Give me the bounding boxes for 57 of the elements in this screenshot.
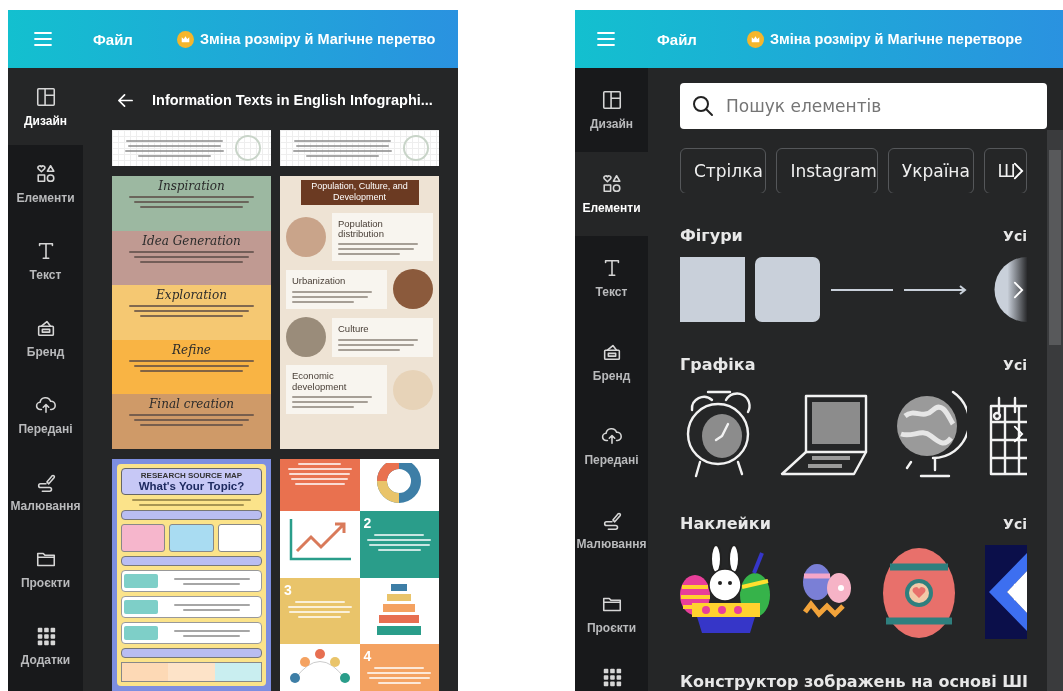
template-heading: Economic development — [292, 371, 348, 393]
sidebar-label: Передані — [584, 453, 639, 467]
sidebar-item[interactable]: Бренд — [575, 320, 648, 404]
template-heading: Urbanization — [292, 276, 346, 287]
sidebar-label: Текст — [29, 267, 62, 282]
template-number: 4 — [363, 648, 372, 664]
sidebar-item[interactable]: Проєкти — [575, 572, 648, 656]
sidebar-item[interactable]: Передані — [575, 404, 648, 488]
template-eyebrow: RESEARCH SOURCE MAP — [140, 471, 243, 480]
template-number: 2 — [363, 515, 372, 531]
sidebar-item[interactable]: Бренд — [8, 299, 83, 376]
section-title: Наклейки — [680, 514, 771, 533]
sidebar-label: Елементи — [582, 201, 641, 215]
sidebar-label: Текст — [595, 285, 628, 299]
sidebar-item[interactable]: Елементи — [8, 145, 83, 222]
sidebar-label: Малювання — [576, 537, 647, 551]
sidebar-item[interactable]: Текст — [575, 236, 648, 320]
sidebar-item[interactable]: Дизайн — [575, 68, 648, 152]
sidebar-item[interactable]: Додатки — [8, 607, 83, 684]
sidebar-label: Проєкти — [20, 575, 71, 590]
template-heading: Culture — [338, 324, 369, 335]
sidebar-label: Дизайн — [590, 117, 633, 131]
template-thumbnail[interactable]: Population, Culture, and Development Population distribution Urbanization Culture Economic development — [280, 176, 439, 449]
sidebar-item[interactable]: Дизайн — [8, 68, 83, 145]
template-heading: Idea Generation — [142, 233, 241, 248]
sidebar-label: Додатки — [20, 652, 71, 667]
section-title: Конструктор зображень на основі ШІ — [680, 672, 1028, 691]
sidebar-label: Бренд — [26, 344, 65, 359]
sidebar-label: Бренд — [592, 369, 631, 383]
template-heading: Inspiration — [158, 179, 225, 193]
template-title: Population, Culture, and Development — [300, 180, 419, 205]
sidebar-label: Малювання — [10, 498, 81, 513]
sidebar-item[interactable]: Малювання — [8, 453, 83, 530]
see-all-link[interactable]: Усі — [1003, 515, 1027, 532]
template-heading: Final creation — [149, 397, 234, 412]
template-number: 3 — [284, 582, 292, 598]
sidebar-item[interactable]: Текст — [8, 222, 83, 299]
see-all-link[interactable]: Усі — [1003, 227, 1027, 244]
panel-title: Information Texts in English Infographi... — [152, 92, 433, 108]
template-thumbnail[interactable]: RESEARCH SOURCE MAP What's Your Topic? — [112, 459, 271, 691]
sidebar-item[interactable]: Передані — [8, 376, 83, 453]
template-thumbnail[interactable]: Inspiration Idea Generation Exploration Refine Final creation — [112, 176, 271, 449]
section-title: Фігури — [680, 226, 743, 245]
sidebar-label: Елементи — [16, 190, 75, 205]
search-field[interactable]: Пошук елементів — [680, 83, 1047, 129]
sidebar-item[interactable]: Малювання — [575, 488, 648, 572]
template-heading: Exploration — [156, 288, 227, 303]
sidebar-label: Передані — [18, 421, 73, 436]
sidebar-item[interactable]: Проєкти — [8, 530, 83, 607]
section-title: Графіка — [680, 355, 756, 374]
sidebar-label: Проєкти — [586, 621, 637, 635]
sidebar-item[interactable]: Елементи — [575, 152, 648, 236]
template-title: What's Your Topic? — [138, 480, 245, 492]
template-heading: Refine — [172, 342, 211, 357]
template-heading: Population distribution — [338, 218, 385, 240]
see-all-link[interactable]: Усі — [1003, 356, 1027, 373]
sidebar-label: Дизайн — [24, 113, 67, 128]
